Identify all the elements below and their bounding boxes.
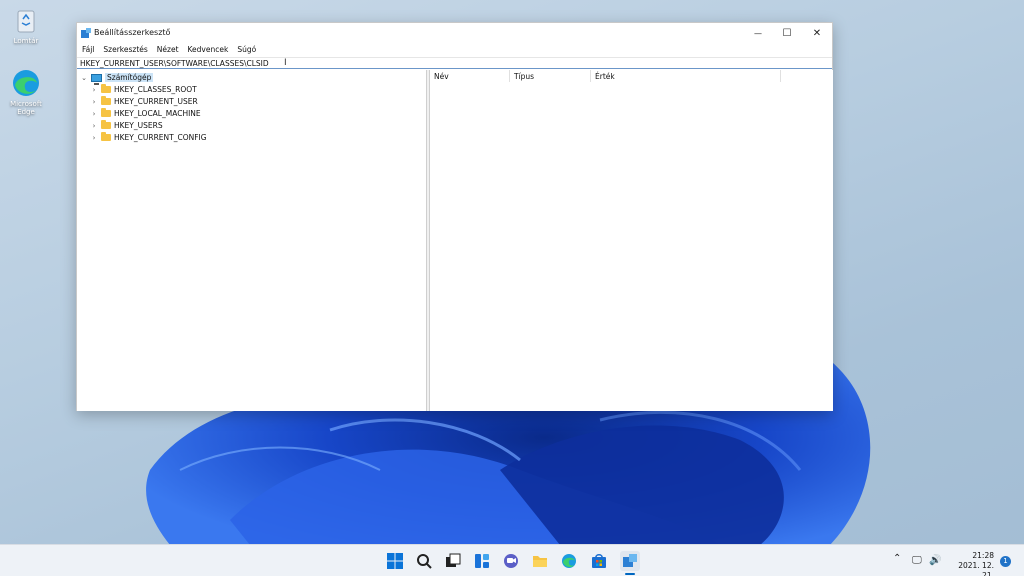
clock[interactable]: 21:28 2021. 12. 21.	[950, 551, 994, 576]
chevron-down-icon[interactable]: ⌄	[80, 74, 88, 82]
search-icon[interactable]	[414, 551, 434, 571]
close-button[interactable]: ✕	[801, 23, 833, 43]
menu-view[interactable]: Nézet	[156, 43, 184, 57]
close-icon: ✕	[812, 27, 822, 39]
menu-help[interactable]: Súgó	[236, 43, 261, 57]
key-tree-pane[interactable]: ⌄ Számítógép › HKEY_CLASSES_ROOT › HKEY_…	[77, 70, 427, 411]
regedit-icon	[81, 28, 91, 38]
address-input[interactable]: HKEY_CURRENT_USER\SOFTWARE\CLASSES\CLSID	[80, 59, 269, 68]
folder-icon	[101, 132, 111, 141]
menu-favorites[interactable]: Kedvencek	[187, 43, 234, 57]
value-list-pane[interactable]: Név Típus Érték	[430, 70, 833, 411]
chevron-right-icon[interactable]: ›	[90, 134, 98, 142]
desktop-icon-label: Microsoft Edge	[10, 100, 42, 116]
folder-icon	[101, 96, 111, 105]
volume-icon[interactable]: 🔊	[929, 555, 941, 566]
tree-item-hkey-classes-root[interactable]: › HKEY_CLASSES_ROOT	[90, 84, 197, 95]
maximize-icon: ☐	[782, 27, 792, 39]
column-header-name[interactable]: Név	[430, 70, 510, 82]
tree-item-computer[interactable]: ⌄ Számítógép	[80, 72, 154, 85]
tree-item-hkey-current-user[interactable]: › HKEY_CURRENT_USER	[90, 96, 198, 107]
menu-bar: Fájl Szerkesztés Nézet Kedvencek Súgó	[77, 43, 832, 57]
menu-file[interactable]: Fájl	[81, 43, 99, 57]
column-header-value[interactable]: Érték	[591, 70, 781, 82]
text-cursor-icon: I	[284, 58, 287, 68]
folder-icon	[101, 108, 111, 117]
chevron-right-icon[interactable]: ›	[90, 86, 98, 94]
tree-item-hkey-local-machine[interactable]: › HKEY_LOCAL_MACHINE	[90, 108, 201, 119]
tree-item-label: HKEY_CURRENT_USER	[114, 97, 198, 106]
edge-icon	[11, 68, 41, 98]
chevron-up-icon[interactable]: ⌃	[893, 553, 901, 564]
column-headers: Név Típus Érték	[430, 70, 833, 82]
desktop-icon-recycle-bin[interactable]: Lomtár	[1, 5, 51, 45]
tree-item-label: HKEY_LOCAL_MACHINE	[114, 109, 201, 118]
edge-icon[interactable]	[559, 551, 579, 571]
active-app-indicator	[625, 573, 635, 575]
widgets-icon[interactable]	[472, 551, 492, 571]
notification-badge[interactable]: 1	[1000, 556, 1011, 567]
window-title: Beállításszerkesztő	[94, 28, 171, 37]
tree-item-label: HKEY_USERS	[114, 121, 163, 130]
regedit-taskbar-icon[interactable]	[620, 551, 640, 571]
chat-icon[interactable]	[501, 551, 521, 571]
tree-item-label: HKEY_CLASSES_ROOT	[114, 85, 197, 94]
folder-icon	[101, 120, 111, 129]
chevron-right-icon[interactable]: ›	[90, 110, 98, 118]
task-view-icon[interactable]	[443, 551, 463, 571]
maximize-button[interactable]: ☐	[771, 23, 803, 43]
start-icon[interactable]	[385, 551, 405, 571]
computer-icon	[91, 73, 102, 85]
desktop-icon-label: Lomtár	[13, 37, 39, 45]
recycle-bin-icon	[11, 5, 41, 35]
store-icon[interactable]	[589, 551, 609, 571]
tree-item-label: HKEY_CURRENT_CONFIG	[114, 133, 207, 142]
network-icon[interactable]: 🖵	[912, 555, 922, 566]
tree-item-label: Számítógép	[105, 73, 154, 82]
title-bar[interactable]: Beállításszerkesztő — ☐ ✕	[77, 23, 832, 43]
address-bar[interactable]: HKEY_CURRENT_USER\SOFTWARE\CLASSES\CLSID…	[77, 57, 832, 69]
registry-editor-window: Beállításszerkesztő — ☐ ✕ Fájl Szerkeszt…	[76, 22, 833, 411]
minimize-icon: —	[754, 28, 762, 38]
menu-edit[interactable]: Szerkesztés	[102, 43, 152, 57]
clock-time: 21:28	[972, 551, 994, 560]
chevron-right-icon[interactable]: ›	[90, 122, 98, 130]
desktop-icon-edge[interactable]: Microsoft Edge	[1, 68, 51, 116]
minimize-button[interactable]: —	[742, 23, 774, 43]
tree-item-hkey-users[interactable]: › HKEY_USERS	[90, 120, 163, 131]
folder-icon	[101, 84, 111, 93]
column-header-type[interactable]: Típus	[510, 70, 591, 82]
tree-item-hkey-current-config[interactable]: › HKEY_CURRENT_CONFIG	[90, 132, 207, 143]
clock-date: 2021. 12. 21.	[958, 561, 994, 576]
file-explorer-icon[interactable]	[530, 551, 550, 571]
taskbar: ⌃ 🖵 🔊 21:28 2021. 12. 21. 1	[0, 544, 1024, 576]
chevron-right-icon[interactable]: ›	[90, 98, 98, 106]
